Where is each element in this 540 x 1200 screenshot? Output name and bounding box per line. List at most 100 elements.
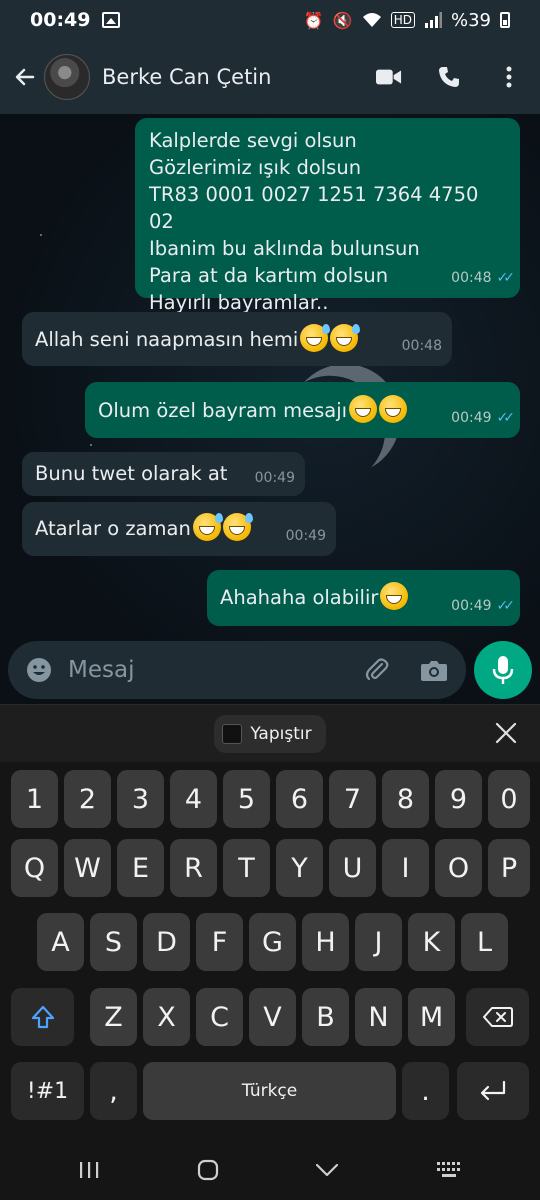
key-h[interactable]: H — [302, 913, 349, 971]
voice-call-icon[interactable] — [436, 64, 462, 90]
message-time: 00:49 — [285, 528, 326, 544]
key-y[interactable]: Y — [276, 839, 323, 897]
read-ticks-icon: ✓✓ — [496, 598, 516, 614]
close-icon[interactable] — [494, 721, 518, 745]
key-p[interactable]: P — [488, 839, 530, 897]
paste-button[interactable]: Yapıştır — [214, 714, 326, 753]
key-4[interactable]: 4 — [170, 770, 217, 828]
key-t[interactable]: T — [223, 839, 270, 897]
message-incoming[interactable]: Allah seni naapmasın hemi 00:48 — [22, 312, 452, 366]
enter-key[interactable] — [457, 1062, 529, 1120]
key-a[interactable]: A — [37, 913, 84, 971]
message-line: Kalplerde sevgi olsun — [149, 129, 357, 152]
battery-icon — [500, 12, 510, 28]
message-meta: 00:49 ✓✓ — [451, 593, 516, 620]
paste-label: Yapıştır — [250, 723, 312, 744]
contact-name[interactable]: Berke Can Çetin — [102, 65, 271, 89]
backspace-key[interactable] — [466, 988, 529, 1046]
wallpaper-star — [90, 444, 92, 446]
key-0[interactable]: 0 — [488, 770, 530, 828]
message-incoming[interactable]: Atarlar o zaman 00:49 — [22, 502, 336, 556]
emoji-icon[interactable] — [26, 657, 52, 683]
key-q[interactable]: Q — [11, 839, 58, 897]
camera-icon[interactable] — [420, 658, 448, 682]
key-v[interactable]: V — [249, 988, 296, 1046]
alarm-icon: ⏰ — [303, 10, 324, 30]
key-l[interactable]: L — [461, 913, 508, 971]
keyboard: 1 2 3 4 5 6 7 8 9 0 Q W E R T Y U I O P … — [0, 762, 540, 1140]
key-w[interactable]: W — [64, 839, 111, 897]
read-ticks-icon: ✓✓ — [496, 270, 516, 286]
key-d[interactable]: D — [143, 913, 190, 971]
status-time: 00:49 — [30, 9, 91, 31]
message-text: Olum özel bayram mesajı — [98, 399, 348, 422]
enter-icon — [480, 1080, 506, 1101]
message-meta: 00:49 — [286, 523, 326, 550]
key-s[interactable]: S — [90, 913, 137, 971]
microphone-icon — [492, 656, 514, 684]
message-line: Gözlerimiz ışık dolsun — [149, 156, 362, 179]
key-f[interactable]: F — [196, 913, 243, 971]
message-meta: 00:49 ✓✓ — [451, 405, 515, 432]
key-u[interactable]: U — [329, 839, 376, 897]
home-icon[interactable] — [197, 1159, 219, 1181]
recent-apps-icon[interactable] — [78, 1160, 100, 1180]
period-key[interactable]: . — [402, 1062, 449, 1120]
message-line: TR83 0001 0027 1251 7364 4750 02 — [149, 183, 479, 233]
key-5[interactable]: 5 — [223, 770, 270, 828]
attach-icon[interactable] — [364, 657, 390, 683]
key-c[interactable]: C — [196, 988, 243, 1046]
key-2[interactable]: 2 — [64, 770, 111, 828]
symbols-key[interactable]: !#1 — [11, 1062, 84, 1120]
microphone-button[interactable] — [474, 641, 532, 699]
key-e[interactable]: E — [117, 839, 164, 897]
message-line: Ibanim bu aklında bulunsun — [149, 237, 420, 260]
key-j[interactable]: J — [355, 913, 402, 971]
gallery-icon — [102, 12, 121, 28]
status-bar: 00:49 ⏰ 🔇 HD %39 — [0, 0, 540, 40]
message-text: Bunu twet olarak at — [35, 462, 228, 485]
more-options-icon[interactable] — [496, 64, 522, 90]
message-input[interactable] — [68, 657, 328, 683]
clipboard-thumbnail — [222, 723, 243, 744]
back-arrow-icon[interactable] — [12, 64, 38, 90]
key-8[interactable]: 8 — [382, 770, 429, 828]
composer — [0, 636, 540, 704]
shift-key[interactable] — [11, 988, 74, 1046]
key-6[interactable]: 6 — [276, 770, 323, 828]
key-9[interactable]: 9 — [435, 770, 482, 828]
chat-area[interactable]: Kalplerde sevgi olsun Gözlerimiz ışık do… — [0, 114, 540, 704]
key-o[interactable]: O — [435, 839, 482, 897]
key-i[interactable]: I — [382, 839, 429, 897]
key-1[interactable]: 1 — [11, 770, 58, 828]
message-outgoing[interactable]: Kalplerde sevgi olsun Gözlerimiz ışık do… — [135, 118, 520, 314]
key-g[interactable]: G — [249, 913, 296, 971]
key-m[interactable]: M — [408, 988, 455, 1046]
back-icon[interactable] — [315, 1162, 339, 1178]
message-outgoing[interactable]: Ahahaha olabilir 00:49 ✓✓ — [207, 570, 520, 626]
wifi-icon — [362, 13, 381, 27]
key-n[interactable]: N — [355, 988, 402, 1046]
key-7[interactable]: 7 — [329, 770, 376, 828]
contact-avatar[interactable] — [44, 54, 90, 100]
key-b[interactable]: B — [302, 988, 349, 1046]
key-3[interactable]: 3 — [117, 770, 164, 828]
message-incoming[interactable]: Bunu twet olarak at 00:49 — [22, 452, 305, 496]
message-text: Ahahaha olabilir — [220, 586, 379, 609]
key-x[interactable]: X — [143, 988, 190, 1046]
key-r[interactable]: R — [170, 839, 217, 897]
comma-key[interactable]: , — [90, 1062, 137, 1120]
shift-icon — [31, 1005, 54, 1029]
space-key[interactable]: Türkçe — [143, 1062, 396, 1120]
keyboard-toolbar: Yapıştır — [0, 704, 540, 762]
video-call-icon[interactable] — [376, 64, 402, 90]
mute-icon: 🔇 — [332, 10, 353, 30]
grin-emoji-icon — [380, 582, 409, 610]
message-input-box[interactable] — [8, 641, 466, 699]
keyboard-switch-icon[interactable] — [436, 1161, 462, 1179]
message-time: 00:49 — [451, 598, 492, 614]
key-k[interactable]: K — [408, 913, 455, 971]
key-z[interactable]: Z — [90, 988, 137, 1046]
message-outgoing[interactable]: Olum özel bayram mesajı 00:49 ✓✓ — [85, 382, 520, 438]
status-icons: ⏰ 🔇 HD %39 — [304, 10, 510, 31]
